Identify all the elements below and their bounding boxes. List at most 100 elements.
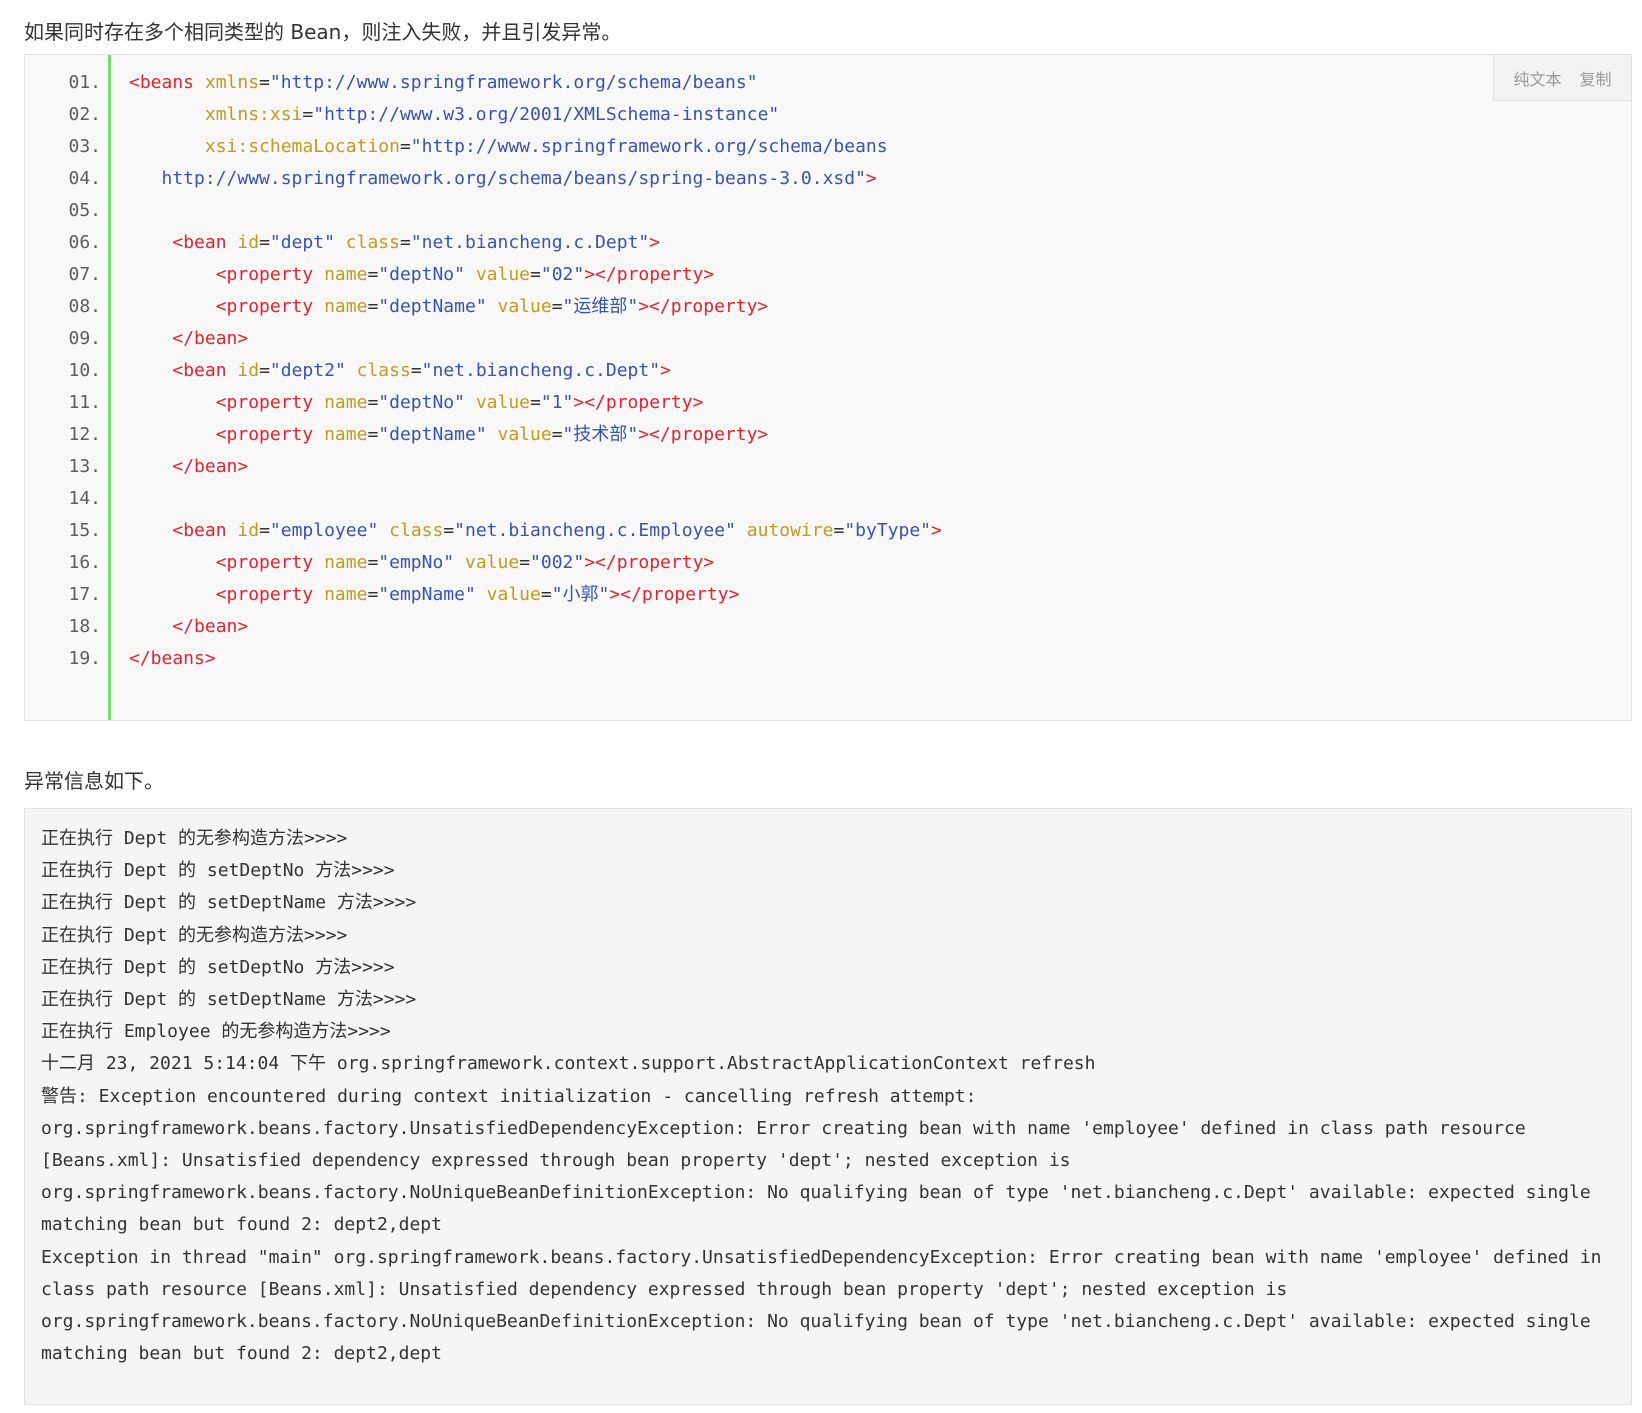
code-line: 13. </bean> [25,451,1631,483]
code-token: = [259,360,270,381]
code-token: class [345,232,400,253]
code-token: = [259,232,270,253]
code-token: <beans [129,72,205,93]
console-line: 正在执行 Dept 的 setDeptName 方法>>>> [41,989,417,1010]
code-token: = [367,584,379,605]
line-number: 12. [68,424,101,445]
code-token: "byType" [844,520,932,541]
code-token: = [367,424,379,445]
line-number: 09. [68,328,101,349]
code-token: xmlns:xsi [204,104,303,125]
code-token: value [464,552,520,573]
code-line: 14. [25,483,1631,515]
code-token: "net.biancheng.c.Dept" [421,360,661,381]
xml-code-block: 纯文本 复制 01. <beans xmlns="http://www.sprin… [24,54,1632,721]
code-token: <bean [172,232,238,253]
code-text: <property name="deptNo" value="02"></pro… [129,259,715,291]
code-token: > [660,360,671,381]
code-token: ></property> [584,552,715,573]
code-token: "empNo" [378,552,455,573]
code-line: 01. <beans xmlns="http://www.springframew… [25,67,1631,99]
code-token: "empName" [378,584,476,605]
console-line: org.springframework.beans.factory.NoUniq… [41,1311,1591,1332]
code-token: = [443,520,455,541]
code-token: "dept2" [269,360,346,381]
code-token: ></property> [638,296,769,317]
code-token: value [486,584,541,605]
code-text: xsi:schemaLocation="http://www.springfra… [129,131,888,163]
console-line: matching bean but found 2: dept2,dept [41,1214,442,1236]
code-token: > [931,520,942,541]
console-line: [Beans.xml]: Unsatisfied dependency expr… [41,1150,1071,1171]
code-token: ></property> [584,264,715,285]
code-token: = [551,296,563,317]
code-line: 02. xmlns:xsi="http://www.w3.org/2001/XM… [25,99,1631,131]
code-text: <property name="empName" value="小郭"></pr… [129,579,740,611]
code-token: <property [215,392,325,413]
code-token: ></property> [573,392,704,413]
code-token: name [324,584,368,605]
code-token: "dept" [269,232,335,253]
code-token: "运维部" [562,296,639,317]
line-number: 16. [68,552,101,573]
line-number: 18. [68,616,101,637]
line-number: 04. [68,168,101,189]
code-token: = [367,264,379,285]
code-token: = [399,136,411,157]
code-line: 16. <property name="empNo" value="002"><… [25,547,1631,579]
code-text: </bean> [129,323,248,355]
console-line: Exception in thread "main" org.springfra… [41,1246,1602,1268]
console-line: 十二月 23, 2021 5:14:04 下午 org.springframew… [41,1053,1096,1075]
console-line: class path resource [Beans.xml]: Unsatis… [41,1278,1288,1300]
code-line: 08. <property name="deptName" value="运维部… [25,291,1631,323]
code-token: <property [215,584,325,605]
code-token: ></property> [609,584,740,605]
code-text: <bean id="dept" class="net.biancheng.c.D… [129,227,660,259]
line-number: 03. [68,136,101,157]
line-number: 07. [68,264,101,285]
code-token: name [324,392,368,413]
code-text: xmlns:xsi="http://www.w3.org/2001/XMLSch… [129,99,779,131]
code-token: > [649,232,661,253]
code-line: 15. <bean id="employee" class="net.bianc… [25,515,1631,547]
code-text: <bean id="dept2" class="net.biancheng.c.… [129,355,671,387]
code-text: <beans xmlns="http://www.springframework… [129,67,758,99]
code-token: value [475,264,531,285]
code-token: class [356,360,411,381]
code-token: "net.biancheng.c.Dept" [410,232,650,253]
code-token: = [399,232,411,253]
code-token: <property [215,264,325,285]
code-token: "技术部" [562,424,639,445]
code-token: = [259,520,270,541]
code-token: xsi:schemaLocation [204,136,400,157]
code-token: id [237,360,260,381]
exception-heading: 异常信息如下。 [24,769,164,793]
console-line: 正在执行 Dept 的 setDeptNo 方法>>>> [41,956,395,978]
code-text: <property name="deptNo" value="1"></prop… [129,387,704,419]
console-line: matching bean but found 2: dept2,dept [41,1343,442,1365]
code-token: name [324,264,368,285]
code-text: <property name="deptName" value="技术部"></… [129,419,769,451]
code-token: = [410,360,422,381]
code-line: 07. <property name="deptNo" value="02"><… [25,259,1631,291]
code-token: "deptName" [378,296,487,317]
code-token: ></property> [638,424,769,445]
code-token: "1" [540,392,574,413]
code-line: 04. http://www.springframework.org/schem… [25,163,1631,195]
